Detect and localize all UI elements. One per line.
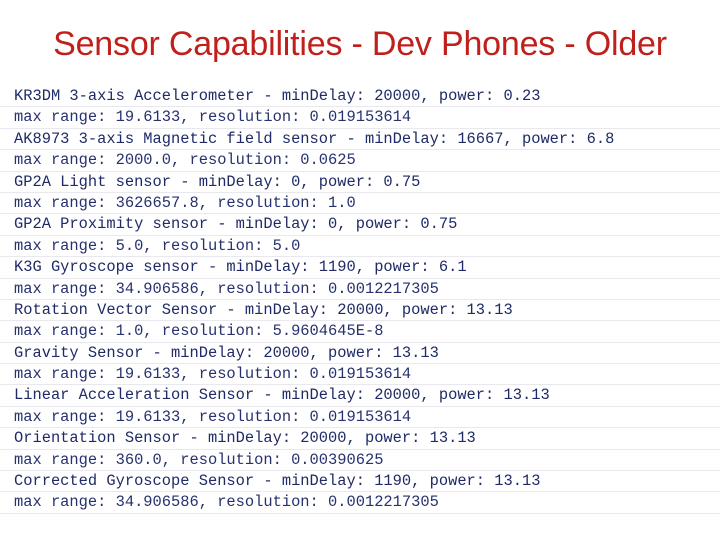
list-item: Gravity Sensor - minDelay: 20000, power:… (0, 343, 720, 365)
slide-canvas: Sensor Capabilities - Dev Phones - Older… (0, 0, 720, 540)
list-item: max range: 3626657.8, resolution: 1.0 (0, 193, 720, 215)
list-item: max range: 5.0, resolution: 5.0 (0, 236, 720, 258)
list-item: K3G Gyroscope sensor - minDelay: 1190, p… (0, 257, 720, 279)
list-item: max range: 34.906586, resolution: 0.0012… (0, 279, 720, 300)
list-item: KR3DM 3-axis Accelerometer - minDelay: 2… (0, 86, 720, 108)
list-item: Rotation Vector Sensor - minDelay: 20000… (0, 300, 720, 322)
list-item: AK8973 3-axis Magnetic field sensor - mi… (0, 129, 720, 151)
list-item: max range: 19.6133, resolution: 0.019153… (0, 364, 720, 386)
list-item: Linear Acceleration Sensor - minDelay: 2… (0, 385, 720, 407)
list-item: max range: 19.6133, resolution: 0.019153… (0, 107, 720, 129)
list-item: Orientation Sensor - minDelay: 20000, po… (0, 428, 720, 450)
list-item: Corrected Gyroscope Sensor - minDelay: 1… (0, 471, 720, 493)
list-item: GP2A Proximity sensor - minDelay: 0, pow… (0, 214, 720, 236)
list-item: max range: 360.0, resolution: 0.00390625 (0, 450, 720, 472)
sensor-list: KR3DM 3-axis Accelerometer - minDelay: 2… (0, 86, 720, 514)
list-item: max range: 1.0, resolution: 5.9604645E-8 (0, 321, 720, 343)
list-item: max range: 34.906586, resolution: 0.0012… (0, 492, 720, 514)
list-item: GP2A Light sensor - minDelay: 0, power: … (0, 172, 720, 193)
list-item: max range: 2000.0, resolution: 0.0625 (0, 150, 720, 172)
page-title: Sensor Capabilities - Dev Phones - Older (53, 25, 667, 63)
list-item: max range: 19.6133, resolution: 0.019153… (0, 407, 720, 429)
